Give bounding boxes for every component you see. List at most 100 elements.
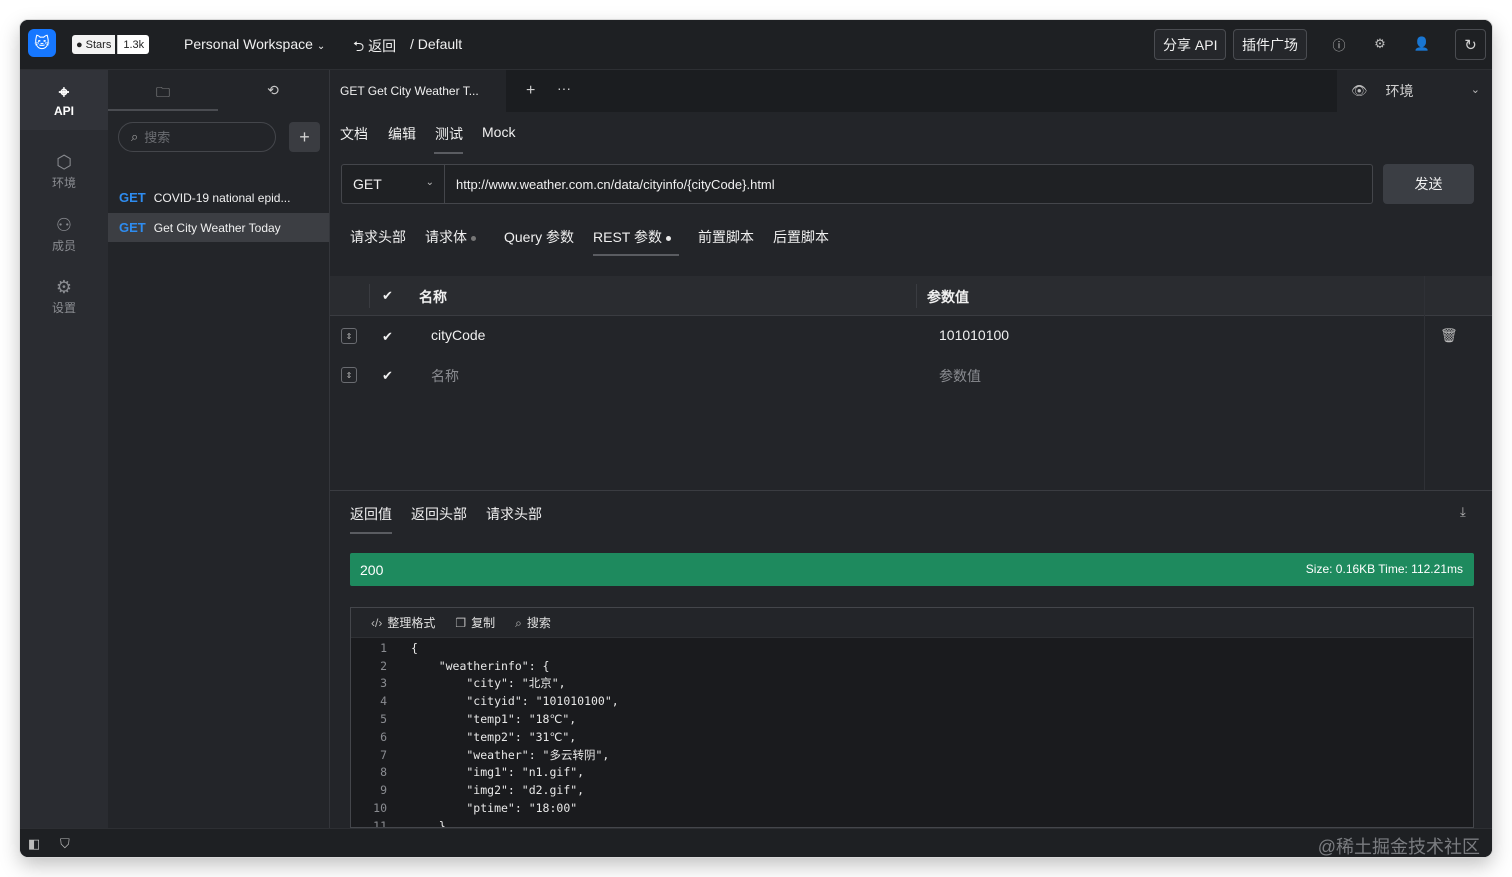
- tab-request-headers-response[interactable]: 请求头部: [486, 504, 542, 524]
- code-line: 8 "img1": "n1.gif",: [351, 764, 1473, 782]
- line-text: "temp1": "18℃",: [411, 712, 577, 727]
- row-checkbox[interactable]: ✔: [380, 368, 395, 383]
- active-tab-indicator: [434, 152, 463, 154]
- tab-request-body[interactable]: 请求体: [425, 227, 476, 247]
- github-stars-badge[interactable]: ● Stars 1.3k: [72, 35, 150, 54]
- line-text: "img1": "n1.gif",: [411, 765, 585, 780]
- tab-edit[interactable]: 编辑: [388, 124, 416, 144]
- tab-query-params[interactable]: Query 参数: [504, 227, 574, 247]
- line-text: "city": "北京",: [411, 676, 566, 691]
- dot-indicator: [665, 235, 671, 241]
- code-line: 5 "temp1": "18℃",: [351, 710, 1473, 728]
- rail-item-settings[interactable]: ⚙ 设置: [20, 267, 108, 327]
- rail-item-api[interactable]: ⌖ API: [20, 70, 108, 130]
- environment-label: 环境: [1385, 83, 1414, 99]
- response-code-viewer[interactable]: ‹/› 整理格式 ❐ 复制 ⌕ 搜索 1{ 2 "weatherinfo": { 3 …: [350, 607, 1474, 828]
- stars-count: 1.3k: [117, 35, 150, 54]
- api-list-item[interactable]: GET COVID-19 national epid...: [108, 183, 329, 212]
- add-api-button[interactable]: +: [289, 122, 320, 152]
- tab-test[interactable]: 测试: [435, 124, 463, 144]
- code-line: 3 "city": "北京",: [351, 675, 1473, 693]
- rail-item-environment[interactable]: ⬡ 环境: [20, 142, 108, 202]
- workspace-selector[interactable]: Personal Workspace ⌄: [184, 36, 325, 52]
- api-name: COVID-19 national epid...: [153, 190, 291, 205]
- code-toolbar: ‹/› 整理格式 ❐ 复制 ⌕ 搜索: [351, 608, 1473, 638]
- copy-label: 复制: [471, 616, 496, 630]
- method-badge: GET: [119, 190, 146, 205]
- api-list-item-active[interactable]: GET Get City Weather Today: [108, 213, 329, 242]
- environment-selector[interactable]: 👁 环境 ⌄: [1337, 70, 1492, 112]
- tab-response-body[interactable]: 返回值: [350, 504, 392, 524]
- line-number: 5: [380, 712, 387, 727]
- add-tab-icon[interactable]: +: [526, 82, 535, 100]
- back-button[interactable]: ⮌ 返回: [353, 36, 396, 60]
- tab-pre-script[interactable]: 前置脚本: [698, 227, 754, 247]
- download-icon[interactable]: ⤓: [1460, 504, 1466, 520]
- code-line: 9 "img2": "d2.gif",: [351, 781, 1473, 799]
- copy-button[interactable]: ❐ 复制: [455, 614, 495, 631]
- search-label: 搜索: [526, 616, 551, 630]
- select-all-checkbox[interactable]: ✔: [380, 288, 395, 303]
- search-box[interactable]: ⌕: [118, 122, 276, 152]
- chevron-down-icon: ⌄: [425, 177, 434, 188]
- refresh-icon[interactable]: ↻: [1455, 29, 1486, 60]
- rail-label: API: [53, 103, 74, 118]
- eye-icon[interactable]: 👁: [1351, 83, 1368, 99]
- param-name-placeholder[interactable]: 名称: [431, 366, 459, 386]
- chevron-down-icon: ⌄: [316, 41, 326, 52]
- more-icon[interactable]: ···: [557, 80, 571, 96]
- table-row: ⇕ ✔ 名称 参数值: [330, 355, 1492, 395]
- params-table-header: ✔ 名称 参数值: [330, 276, 1492, 316]
- search-input[interactable]: [144, 129, 265, 145]
- sidebar-toggle-icon[interactable]: ◧: [28, 836, 40, 852]
- api-sidebar: 🗀 ⟲ ⌕ + GET COVID-19 national epid... GE…: [108, 70, 330, 828]
- help-icon[interactable]: ⓘ: [1328, 33, 1350, 55]
- search-button[interactable]: ⌕ 搜索: [515, 614, 551, 631]
- line-number: 3: [380, 676, 387, 691]
- code-line: 2 "weatherinfo": {: [351, 657, 1473, 675]
- line-number: 2: [380, 658, 387, 673]
- tab-post-script[interactable]: 后置脚本: [773, 227, 829, 247]
- tab-label: REST 参数: [593, 229, 662, 245]
- line-number: 7: [380, 747, 387, 762]
- line-number: 11: [373, 818, 387, 828]
- tab-rest-params[interactable]: REST 参数: [593, 227, 671, 247]
- code-line: 1{: [351, 639, 1473, 657]
- tab-request-headers[interactable]: 请求头部: [350, 227, 406, 247]
- tab-response-headers[interactable]: 返回头部: [411, 504, 467, 524]
- drag-handle-icon[interactable]: ⇕: [341, 367, 357, 383]
- url-input[interactable]: [445, 165, 1372, 203]
- shirt-theme-icon[interactable]: ⛉: [60, 836, 70, 852]
- param-value-placeholder[interactable]: 参数值: [939, 366, 981, 386]
- rail-label: 成员: [51, 239, 76, 253]
- method-select[interactable]: GET ⌄: [342, 165, 445, 203]
- top-bar: 🐱 ● Stars 1.3k Personal Workspace ⌄ ⮌ 返回 …: [20, 20, 1492, 70]
- line-text: "cityid": "101010100",: [411, 694, 619, 709]
- user-icon[interactable]: 👤: [1411, 33, 1433, 55]
- back-label: 返回: [368, 38, 397, 54]
- history-icon[interactable]: ⟲: [218, 82, 328, 99]
- param-value[interactable]: 101010100: [939, 327, 1009, 343]
- share-api-button[interactable]: 分享 API: [1154, 29, 1227, 60]
- line-text: {: [411, 640, 418, 655]
- trash-icon[interactable]: 🗑: [1440, 327, 1458, 344]
- breadcrumb[interactable]: / Default: [410, 36, 462, 52]
- param-name[interactable]: cityCode: [431, 327, 485, 343]
- app-logo-icon[interactable]: 🐱: [28, 29, 56, 57]
- send-button[interactable]: 发送: [1383, 164, 1474, 204]
- method-value: GET: [353, 176, 382, 192]
- tab-get-city-weather[interactable]: GET Get City Weather T...: [330, 70, 506, 112]
- folder-icon[interactable]: 🗀: [108, 82, 218, 106]
- active-tab-indicator: [593, 254, 679, 256]
- line-text: }: [411, 818, 446, 828]
- method-badge: GET: [119, 220, 146, 235]
- tab-docs[interactable]: 文档: [340, 124, 368, 144]
- gear-icon[interactable]: ⚙: [1369, 33, 1391, 55]
- row-checkbox[interactable]: ✔: [380, 329, 395, 344]
- format-button[interactable]: ‹/› 整理格式: [371, 614, 435, 631]
- tab-mock[interactable]: Mock: [482, 124, 515, 140]
- plugin-market-button[interactable]: 插件广场: [1233, 29, 1307, 60]
- panel-divider[interactable]: [330, 490, 1492, 491]
- rail-item-members[interactable]: ⚇ 成员: [20, 205, 108, 265]
- drag-handle-icon[interactable]: ⇕: [341, 328, 357, 344]
